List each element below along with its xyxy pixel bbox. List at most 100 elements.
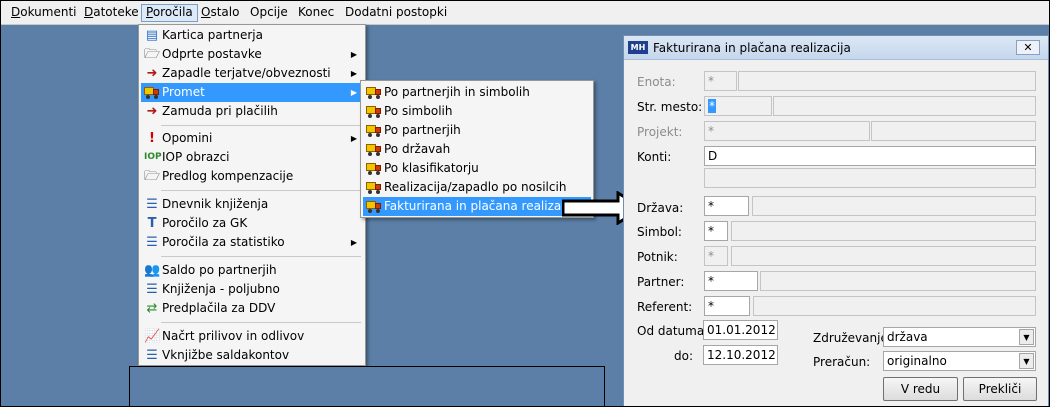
close-button[interactable]: ✕ bbox=[1016, 40, 1040, 55]
menu-item-fakturirana-realizacija[interactable]: Fakturirana in plačana realizacija bbox=[363, 197, 591, 216]
truck-icon bbox=[144, 86, 160, 99]
truck-icon bbox=[366, 200, 382, 213]
chevron-down-icon[interactable]: ▼ bbox=[1019, 353, 1034, 369]
menu-item-kartica-partnerja[interactable]: ▤ Kartica partnerja bbox=[141, 26, 363, 45]
menu-datoteke[interactable]: Datoteke bbox=[80, 4, 143, 22]
referent-input[interactable]: * bbox=[704, 296, 750, 316]
menu-item-po-klasifikatorju[interactable]: Po klasifikatorju bbox=[363, 159, 591, 178]
menu-item-dnevnik-knjizenja[interactable]: ☰ Dnevnik knjiženja bbox=[141, 195, 363, 214]
menu-item-saldo-po-partnerjih[interactable]: 👥 Saldo po partnerjih bbox=[141, 261, 363, 280]
label-drzava: Država: bbox=[637, 201, 684, 215]
enota-input[interactable]: * bbox=[704, 71, 737, 91]
label-preracun: Preračun: bbox=[813, 355, 871, 369]
submenu-arrow-icon: ▶ bbox=[350, 50, 357, 59]
line-chart-icon: 📈 bbox=[144, 329, 161, 344]
submenu-arrow-icon: ▶ bbox=[350, 88, 357, 97]
app-logo-icon: MH bbox=[628, 41, 648, 54]
menu-item-nacrt-prilivov[interactable]: 📈 Načrt prilivov in odlivov bbox=[141, 327, 363, 346]
transfer-icon: ⇄ bbox=[146, 301, 158, 316]
zdruzevanje-select[interactable]: država ▼ bbox=[883, 327, 1036, 347]
menu-item-po-partnerjih-in-simbolih[interactable]: Po partnerjih in simbolih bbox=[363, 83, 591, 102]
menu-item-realizacija-zapadlo[interactable]: Realizacija/zapadlo po nosilcih bbox=[363, 178, 591, 197]
partner-description bbox=[760, 271, 1036, 291]
label-str-mesto: Str. mesto: bbox=[637, 100, 703, 114]
label-od-datuma: Od datuma: bbox=[637, 324, 709, 338]
menu-porocila[interactable]: Poročila bbox=[141, 4, 198, 22]
label-do: do: bbox=[674, 349, 694, 363]
enota-description bbox=[738, 71, 1036, 91]
potnik-description bbox=[731, 246, 1036, 266]
do-datuma-input[interactable]: 12.10.2012 bbox=[703, 345, 778, 365]
menu-item-po-drzavah[interactable]: Po državah bbox=[363, 140, 591, 159]
menu-item-zamuda[interactable]: ➜ Zamuda pri plačilih bbox=[141, 102, 363, 121]
menu-item-po-partnerjih[interactable]: Po partnerjih bbox=[363, 121, 591, 140]
menu-dodatni-postopki[interactable]: Dodatni postopki bbox=[341, 4, 451, 22]
truck-icon bbox=[366, 162, 382, 175]
preracun-select[interactable]: originalno ▼ bbox=[883, 351, 1036, 371]
cancel-button[interactable]: Prekliči bbox=[963, 377, 1037, 401]
projekt-input[interactable]: * bbox=[704, 121, 870, 141]
submenu-arrow-icon: ▶ bbox=[350, 238, 357, 247]
empty-panel bbox=[129, 366, 605, 407]
menu-ostalo[interactable]: Ostalo bbox=[197, 4, 243, 22]
potnik-input[interactable]: * bbox=[704, 246, 728, 266]
list-icon: ☰ bbox=[146, 348, 158, 363]
label-zdruzevanje: Združevanje: bbox=[813, 331, 892, 345]
od-datuma-input[interactable]: 01.01.2012 bbox=[703, 320, 778, 340]
list-icon: ☰ bbox=[146, 197, 158, 212]
dialog-fakturirana-realizacija: MH Fakturirana in plačana realizacija ✕ … bbox=[623, 35, 1049, 407]
menu-item-knjizenja-poljubno[interactable]: ☰ Knjiženja - poljubno bbox=[141, 280, 363, 299]
list-icon: ☰ bbox=[146, 235, 158, 250]
submenu-arrow-icon: ▶ bbox=[350, 69, 357, 78]
menu-item-predlog-kompenzacije[interactable]: 🗁 Predlog kompenzacije bbox=[141, 167, 363, 186]
str-mesto-input[interactable]: * bbox=[704, 96, 772, 116]
menu-separator bbox=[161, 190, 361, 191]
referent-description bbox=[753, 296, 1036, 316]
arrow-right-icon: ➜ bbox=[146, 66, 158, 81]
menu-dokumenti[interactable]: Dokumenti bbox=[7, 4, 81, 22]
card-icon: ▤ bbox=[145, 28, 159, 43]
menu-item-vknjizbe-saldakontov[interactable]: ☰ Vknjižbe saldakontov bbox=[141, 346, 363, 365]
menu-konec[interactable]: Konec bbox=[294, 4, 338, 22]
label-projekt: Projekt: bbox=[637, 125, 683, 139]
exclamation-icon: ! bbox=[149, 131, 155, 146]
drzava-input[interactable]: * bbox=[704, 196, 749, 216]
partner-input[interactable]: * bbox=[704, 271, 758, 291]
users-icon: 👥 bbox=[144, 263, 161, 278]
truck-icon bbox=[366, 86, 382, 99]
dialog-title: Fakturirana in plačana realizacija bbox=[653, 41, 851, 55]
menu-separator bbox=[161, 322, 361, 323]
str-mesto-description bbox=[773, 96, 1036, 116]
menu-separator bbox=[161, 256, 361, 257]
dialog-titlebar[interactable]: MH Fakturirana in plačana realizacija ✕ bbox=[624, 36, 1048, 60]
folder-open-icon: 🗁 bbox=[144, 47, 161, 62]
menu-item-promet[interactable]: Promet ▶ bbox=[141, 83, 363, 102]
menu-item-odprte-postavke[interactable]: 🗁 Odprte postavke ▶ bbox=[141, 45, 363, 64]
menu-item-porocila-statistiko[interactable]: ☰ Poročila za statistiko ▶ bbox=[141, 233, 363, 252]
menu-item-iop-obrazci[interactable]: IOP IOP obrazci bbox=[141, 148, 363, 167]
menu-separator bbox=[161, 125, 361, 126]
drzava-description bbox=[752, 196, 1036, 216]
menu-opcije[interactable]: Opcije bbox=[246, 4, 292, 22]
truck-icon bbox=[366, 124, 382, 137]
label-referent: Referent: bbox=[637, 300, 693, 314]
promet-submenu: Po partnerjih in simbolih Po simbolih Po… bbox=[360, 80, 594, 218]
label-potnik: Potnik: bbox=[637, 250, 678, 264]
simbol-description bbox=[731, 221, 1036, 241]
truck-icon bbox=[366, 105, 382, 118]
menu-item-porocilo-gk[interactable]: T Poročilo za GK bbox=[141, 214, 363, 233]
menu-item-po-simbolih[interactable]: Po simbolih bbox=[363, 102, 591, 121]
konti-input[interactable]: D bbox=[704, 146, 1036, 166]
chevron-down-icon[interactable]: ▼ bbox=[1019, 329, 1034, 345]
submenu-arrow-icon: ▶ bbox=[350, 134, 357, 143]
label-partner: Partner: bbox=[637, 275, 685, 289]
menu-item-opomini[interactable]: ! Opomini ▶ bbox=[141, 129, 363, 148]
konti-description bbox=[704, 168, 1036, 188]
ok-button[interactable]: V redu bbox=[883, 377, 958, 401]
simbol-input[interactable]: * bbox=[704, 221, 728, 241]
iop-icon: IOP bbox=[144, 152, 162, 162]
menu-item-zapadle[interactable]: ➜ Zapadle terjatve/obveznosti ▶ bbox=[141, 64, 363, 83]
menubar: Dokumenti Datoteke Poročila Ostalo Opcij… bbox=[1, 1, 1049, 25]
porocila-menu: ▤ Kartica partnerja 🗁 Odprte postavke ▶ ➜ Za… bbox=[138, 24, 366, 366]
menu-item-predplacila-ddv[interactable]: ⇄ Predplačila za DDV bbox=[141, 299, 363, 318]
